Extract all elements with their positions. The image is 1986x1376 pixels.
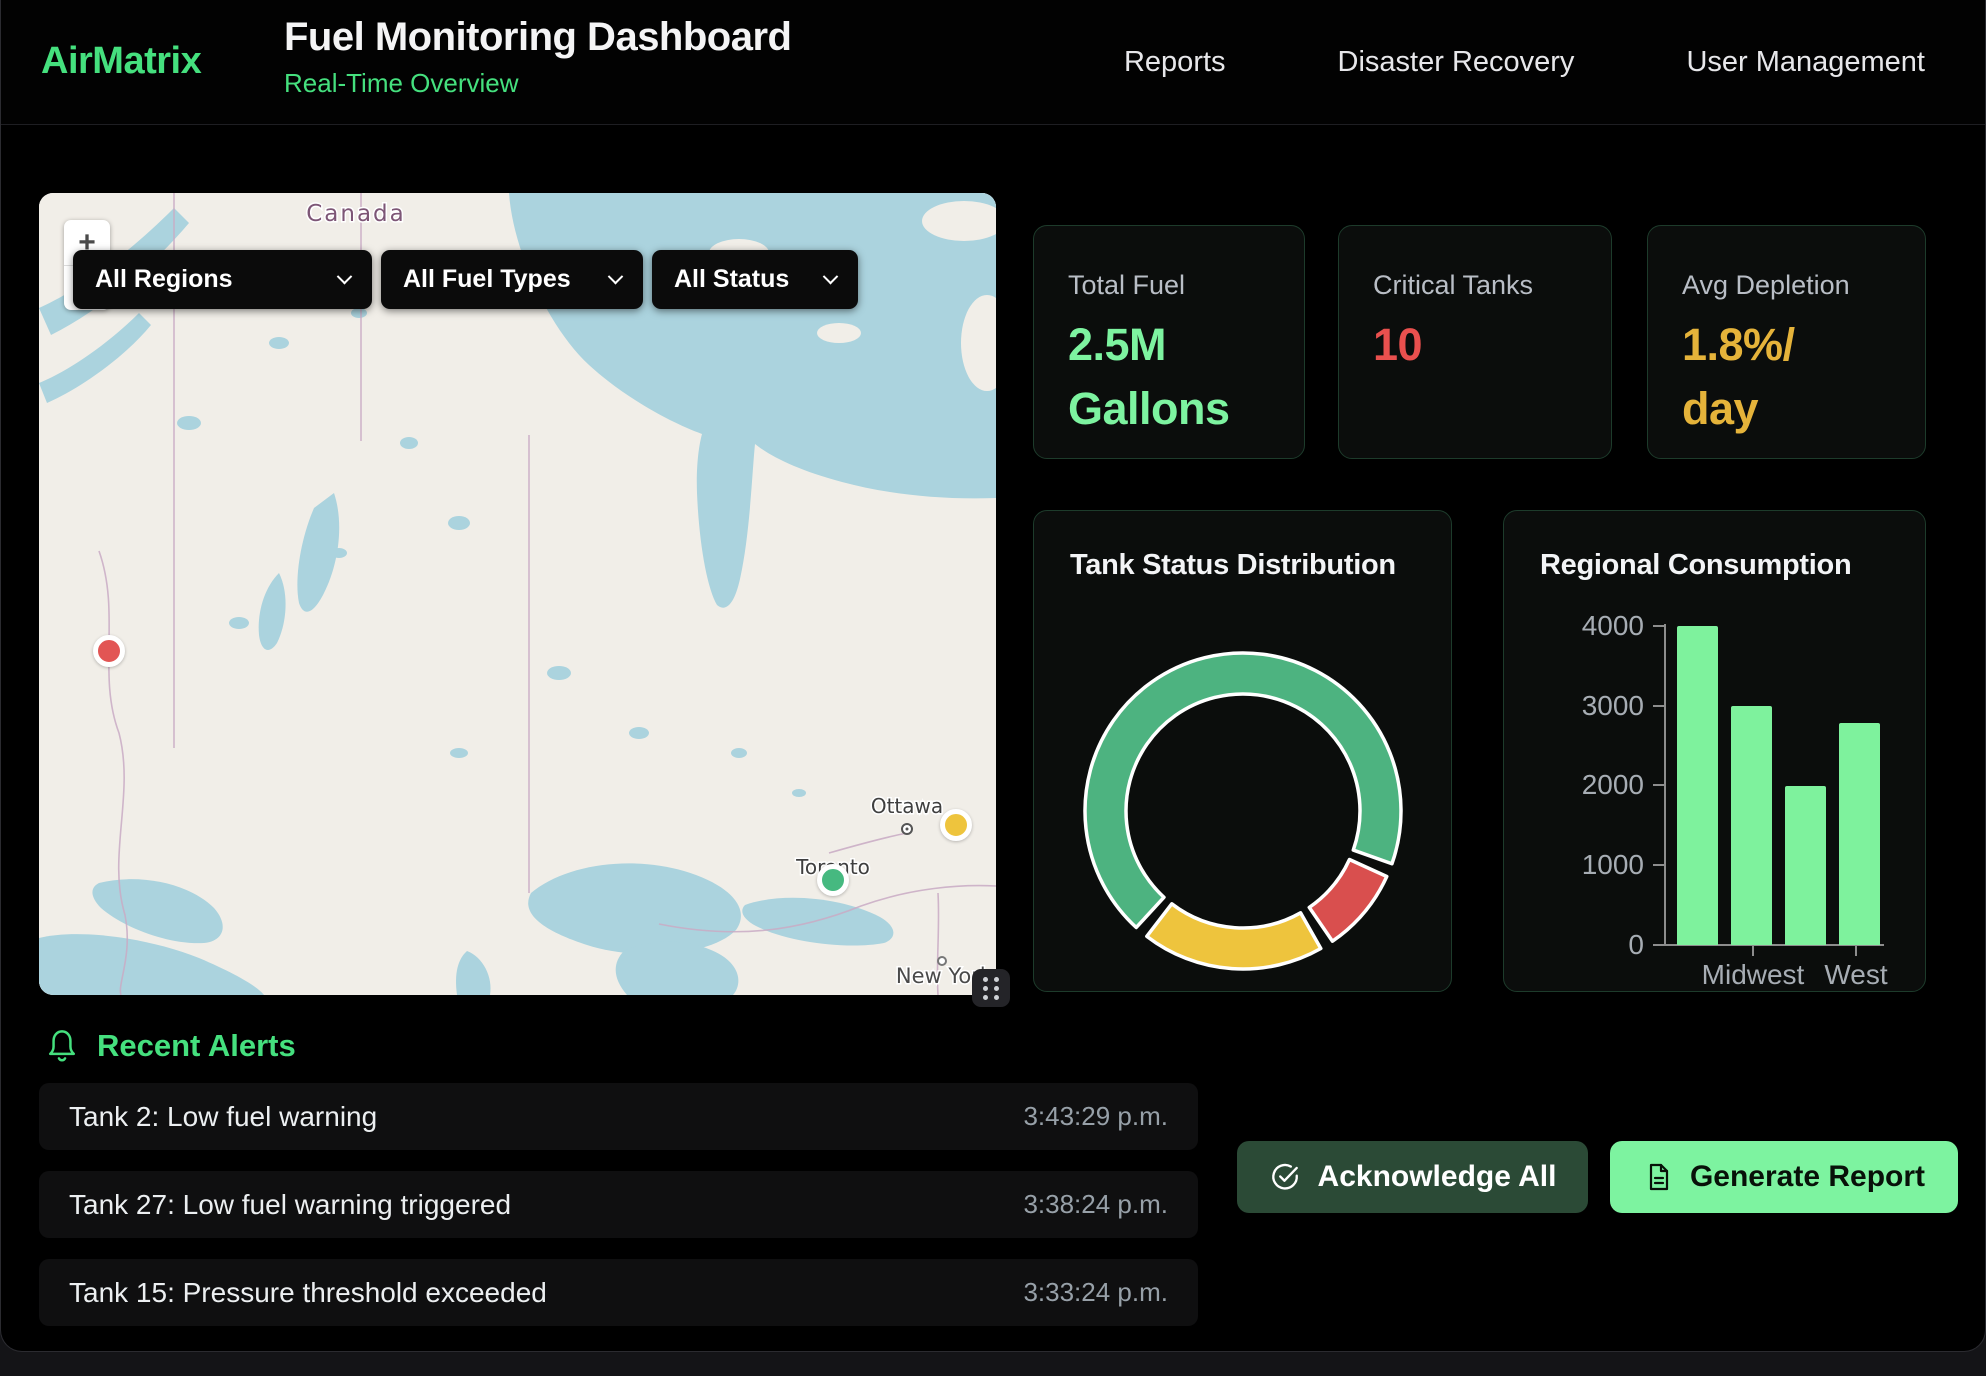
stat-value: day — [1682, 377, 1891, 441]
chevron-down-icon — [608, 269, 624, 285]
alert-row: Tank 15: Pressure threshold exceeded 3:3… — [39, 1259, 1198, 1326]
y-axis — [1664, 624, 1666, 946]
alert-row: Tank 27: Low fuel warning triggered 3:38… — [39, 1171, 1198, 1238]
y-tick-label: 0 — [1522, 929, 1644, 961]
y-tick-label: 2000 — [1522, 769, 1644, 801]
drag-handle-icon[interactable] — [972, 969, 1010, 1007]
page-subtitle: Real-Time Overview — [284, 68, 791, 99]
nav-reports[interactable]: Reports — [1124, 46, 1226, 79]
stat-card-critical-tanks: Critical Tanks 10 — [1338, 225, 1612, 459]
map-canvas[interactable]: Canada Ottawa Toronto New York + − All R… — [39, 193, 996, 995]
bar-2 — [1785, 786, 1826, 946]
acknowledge-all-button[interactable]: Acknowledge All — [1237, 1141, 1588, 1213]
region-filter-dropdown[interactable]: All Regions — [73, 250, 372, 309]
chart-title: Regional Consumption — [1540, 549, 1851, 582]
brand-logo: AirMatrix — [41, 40, 201, 83]
stat-label: Total Fuel — [1068, 270, 1270, 301]
y-tick-label: 4000 — [1522, 610, 1644, 642]
tank-status-chart-card: Tank Status Distribution — [1033, 510, 1452, 992]
stat-card-total-fuel: Total Fuel 2.5M Gallons — [1033, 225, 1305, 459]
alert-timestamp: 3:38:24 p.m. — [1023, 1189, 1168, 1220]
stat-label: Critical Tanks — [1373, 270, 1577, 301]
regional-consumption-chart-card: Regional Consumption 4000 3000 2000 1000… — [1503, 510, 1926, 992]
y-tick-label: 3000 — [1522, 690, 1644, 722]
fuel-type-filter-value: All Fuel Types — [403, 265, 571, 294]
map-tiles: Canada Ottawa Toronto New York — [39, 193, 996, 995]
app-header: AirMatrix Fuel Monitoring Dashboard Real… — [1, 0, 1985, 125]
check-circle-icon — [1269, 1161, 1301, 1193]
stat-value: Gallons — [1068, 377, 1270, 441]
nav-disaster-recovery[interactable]: Disaster Recovery — [1338, 46, 1575, 79]
generate-report-button[interactable]: Generate Report — [1610, 1141, 1958, 1213]
nav-user-management[interactable]: User Management — [1686, 46, 1925, 79]
chart-title: Tank Status Distribution — [1070, 549, 1396, 582]
alert-message: Tank 15: Pressure threshold exceeded — [69, 1277, 547, 1309]
chevron-down-icon — [823, 269, 839, 285]
alerts-title: Recent Alerts — [97, 1028, 296, 1064]
alert-row: Tank 2: Low fuel warning 3:43:29 p.m. — [39, 1083, 1198, 1150]
bar-3 — [1839, 723, 1880, 945]
fuel-type-filter-dropdown[interactable]: All Fuel Types — [381, 250, 643, 309]
status-filter-dropdown[interactable]: All Status — [652, 250, 858, 309]
title-block: Fuel Monitoring Dashboard Real-Time Over… — [284, 15, 791, 99]
chevron-down-icon — [337, 269, 353, 285]
region-filter-value: All Regions — [95, 265, 233, 294]
map-marker-critical[interactable] — [93, 635, 125, 667]
stat-value: 1.8%/ — [1682, 313, 1891, 377]
map-marker-warning[interactable] — [940, 809, 972, 841]
status-filter-value: All Status — [674, 265, 789, 294]
map-marker-normal[interactable] — [817, 864, 849, 896]
stat-value: 2.5M — [1068, 313, 1270, 377]
dashboard-root: AirMatrix Fuel Monitoring Dashboard Real… — [0, 0, 1986, 1352]
bell-icon — [45, 1028, 79, 1064]
bar-1 — [1731, 706, 1772, 945]
alert-message: Tank 27: Low fuel warning triggered — [69, 1189, 511, 1221]
map-panel: Canada Ottawa Toronto New York + − All R… — [39, 193, 996, 995]
stat-card-avg-depletion: Avg Depletion 1.8%/ day — [1647, 225, 1926, 459]
bar-series — [1670, 626, 1886, 945]
x-tick-label: West — [1824, 959, 1887, 991]
file-text-icon — [1643, 1162, 1673, 1192]
y-tick-label: 1000 — [1522, 849, 1644, 881]
alert-message: Tank 2: Low fuel warning — [69, 1101, 377, 1133]
city-label-ottawa: Ottawa — [871, 794, 943, 818]
top-nav: Reports Disaster Recovery User Managemen… — [1124, 46, 1925, 79]
donut-chart — [1073, 641, 1413, 981]
stat-value: 10 — [1373, 313, 1577, 377]
x-tick-label: Midwest — [1702, 959, 1805, 991]
alert-timestamp: 3:43:29 p.m. — [1023, 1101, 1168, 1132]
alert-timestamp: 3:33:24 p.m. — [1023, 1277, 1168, 1308]
bar-0 — [1677, 626, 1718, 945]
acknowledge-all-label: Acknowledge All — [1318, 1160, 1557, 1194]
alerts-header: Recent Alerts — [45, 1028, 296, 1064]
page-title: Fuel Monitoring Dashboard — [284, 15, 791, 60]
map-filters: All Regions All Fuel Types All Status — [73, 250, 858, 309]
generate-report-label: Generate Report — [1690, 1160, 1925, 1194]
stat-label: Avg Depletion — [1682, 270, 1891, 301]
country-label: Canada — [306, 201, 406, 227]
